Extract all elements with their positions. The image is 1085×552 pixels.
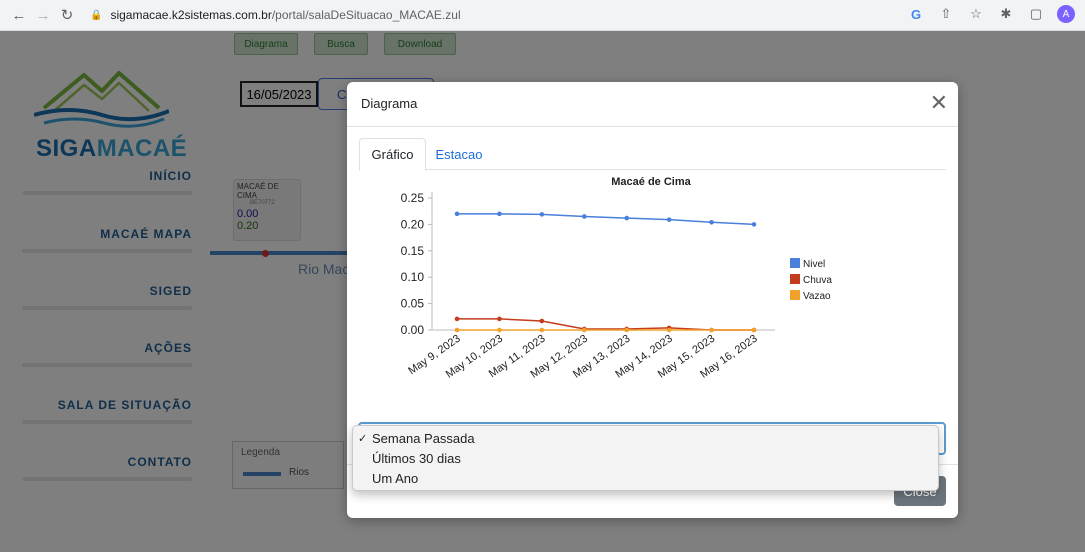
url-path: /portal/salaDeSituacao_MACAE.zul <box>271 8 461 22</box>
data-point-nivel[interactable] <box>497 211 502 217</box>
data-point-vazao[interactable] <box>581 327 587 333</box>
period-dropdown-list: ✓ Semana Passada Últimos 30 dias Um Ano <box>352 425 939 491</box>
modal-header: Diagrama ✕ <box>347 82 958 127</box>
data-point-nivel[interactable] <box>709 219 714 225</box>
chart-title: Macaé de Cima <box>611 176 691 188</box>
data-point-chuva[interactable] <box>497 316 502 322</box>
option-ultimos-30-dias[interactable]: Últimos 30 dias <box>353 449 938 469</box>
option-semana-passada[interactable]: ✓ Semana Passada <box>353 429 938 449</box>
back-icon[interactable]: ← <box>8 4 30 26</box>
tab-grafico[interactable]: Gráfico <box>359 138 426 171</box>
data-point-nivel[interactable] <box>581 214 587 219</box>
data-point-vazao[interactable] <box>454 327 460 333</box>
data-point-nivel[interactable] <box>666 217 672 222</box>
data-point-chuva[interactable] <box>539 318 545 324</box>
tab-estacao[interactable]: Estacao <box>429 138 489 171</box>
data-point-vazao[interactable] <box>497 327 502 333</box>
data-point-vazao[interactable] <box>624 327 630 333</box>
y-tick-label: 0.05 <box>401 297 425 311</box>
forward-icon[interactable]: → <box>32 4 54 26</box>
modal-title: Diagrama <box>361 96 418 111</box>
data-point-chuva[interactable] <box>454 316 460 322</box>
data-point-nivel[interactable] <box>539 212 545 217</box>
option-um-ano[interactable]: Um Ano <box>353 469 938 489</box>
legend-label: Chuva <box>803 275 832 286</box>
profile-avatar[interactable]: A <box>1057 5 1075 23</box>
check-icon: ✓ <box>358 433 368 445</box>
data-point-nivel[interactable] <box>751 222 757 227</box>
data-point-nivel[interactable] <box>454 211 460 217</box>
url-domain: sigamacae.k2sistemas.com.br <box>110 8 272 22</box>
browser-toolbar: ← → ↻ 🔒 sigamacae.k2sistemas.com.br/port… <box>0 0 1085 31</box>
data-point-vazao[interactable] <box>539 327 545 333</box>
extensions-icon[interactable]: ✱ <box>997 5 1015 23</box>
data-point-vazao[interactable] <box>709 327 714 333</box>
bookmark-star-icon[interactable]: ☆ <box>967 5 985 23</box>
address-bar[interactable]: 🔒 sigamacae.k2sistemas.com.br/portal/sal… <box>90 5 461 25</box>
side-panel-icon[interactable]: ▢ <box>1027 5 1045 23</box>
y-tick-label: 0.15 <box>401 244 425 258</box>
share-icon[interactable]: ⇧ <box>937 5 955 23</box>
legend-swatch <box>790 258 800 268</box>
y-tick-label: 0.10 <box>401 270 425 284</box>
data-point-vazao[interactable] <box>751 327 757 333</box>
legend-swatch <box>790 274 800 284</box>
y-tick-label: 0.25 <box>401 191 425 205</box>
lock-icon: 🔒 <box>90 9 103 21</box>
legend-swatch <box>790 290 800 300</box>
y-tick-label: 0.20 <box>401 217 425 231</box>
legend-label: Nivel <box>803 259 825 270</box>
modal-tabs: Gráfico Estacao <box>359 138 946 171</box>
y-tick-label: 0.00 <box>401 323 425 337</box>
data-point-vazao[interactable] <box>666 327 672 333</box>
data-point-nivel[interactable] <box>624 215 630 221</box>
reload-icon[interactable]: ↻ <box>56 4 78 26</box>
close-icon[interactable]: ✕ <box>930 90 948 116</box>
series-line-chuva <box>457 318 754 331</box>
line-chart: Macaé de Cima 0.250.200.150.100.050.00 M… <box>401 176 833 381</box>
google-icon[interactable]: G <box>907 5 925 23</box>
legend-label: Vazao <box>803 291 831 302</box>
